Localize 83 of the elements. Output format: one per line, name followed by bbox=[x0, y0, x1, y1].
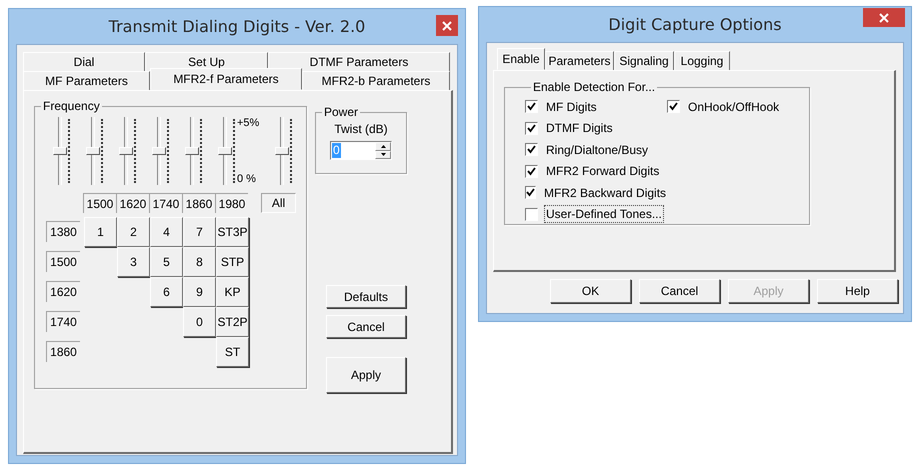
digit-key[interactable]: 3 bbox=[117, 247, 150, 277]
digit-key[interactable]: 8 bbox=[183, 247, 216, 277]
checkbox[interactable] bbox=[525, 186, 536, 200]
checkbox-label[interactable]: MFR2 Backward Digits bbox=[542, 184, 668, 202]
row-header: 1740 bbox=[46, 311, 80, 332]
column-header: 1740 bbox=[149, 193, 182, 213]
row-header: 1620 bbox=[46, 281, 80, 302]
tick-marks bbox=[68, 119, 70, 183]
all-button[interactable]: All bbox=[261, 193, 296, 213]
checkbox-label[interactable]: DTMF Digits bbox=[544, 119, 615, 138]
slider-thumb[interactable] bbox=[119, 147, 133, 155]
tick-marks bbox=[134, 119, 136, 183]
checkbox[interactable] bbox=[525, 100, 538, 114]
tab[interactable]: Enable bbox=[497, 48, 545, 70]
slider-thumb[interactable] bbox=[275, 147, 289, 155]
slider-thumb[interactable] bbox=[86, 147, 100, 155]
field-value: 0 bbox=[332, 143, 341, 158]
tab[interactable]: Logging bbox=[674, 51, 730, 70]
digit-key[interactable]: ST3P bbox=[216, 217, 249, 247]
tick-marks bbox=[167, 119, 169, 183]
column-header: 1500 bbox=[83, 193, 116, 213]
dialog-button[interactable]: Cancel bbox=[326, 315, 406, 338]
slider-thumb[interactable] bbox=[53, 147, 67, 155]
group-label: Enable Detection For... bbox=[532, 80, 656, 94]
checkbox-label[interactable]: MF Digits bbox=[544, 98, 599, 116]
dialog-button[interactable]: Apply bbox=[326, 357, 406, 393]
tab[interactable]: DTMF Parameters bbox=[268, 52, 450, 71]
slider-thumb[interactable] bbox=[218, 147, 232, 155]
dialog-button[interactable]: Defaults bbox=[326, 285, 406, 308]
digit-key[interactable]: 6 bbox=[150, 277, 183, 307]
digit-key[interactable]: 5 bbox=[150, 247, 183, 277]
checkbox-label[interactable]: OnHook/OffHook bbox=[686, 98, 782, 116]
group-label: Power bbox=[323, 105, 360, 119]
dialog-button[interactable]: Cancel bbox=[639, 279, 720, 303]
column-header: 1860 bbox=[182, 193, 215, 213]
checkbox[interactable] bbox=[525, 208, 538, 221]
tick-marks bbox=[233, 119, 235, 183]
scale-label: +5% bbox=[237, 117, 260, 129]
row-header: 1380 bbox=[46, 221, 80, 242]
field-label: Twist (dB) bbox=[334, 122, 388, 136]
digit-key[interactable]: 9 bbox=[183, 277, 216, 307]
close-icon bbox=[442, 20, 452, 30]
digit-key[interactable]: ST2P bbox=[216, 307, 249, 337]
spin-arrows-icon[interactable] bbox=[375, 142, 391, 159]
checkbox-label[interactable]: Ring/Dialtone/Busy bbox=[544, 140, 650, 159]
group-label: Frequency bbox=[42, 99, 101, 113]
column-header: 1980 bbox=[215, 193, 248, 213]
tab[interactable]: MF Parameters bbox=[23, 71, 150, 90]
slider-thumb[interactable] bbox=[152, 147, 166, 155]
scale-label: 0 % bbox=[237, 173, 257, 185]
dialog-button[interactable]: Help bbox=[817, 279, 898, 303]
digit-key[interactable]: 2 bbox=[117, 217, 150, 247]
tab[interactable]: Parameters bbox=[545, 51, 614, 70]
close-button[interactable] bbox=[436, 15, 458, 36]
digit-key[interactable]: ST bbox=[216, 337, 249, 367]
checkbox-label[interactable]: MFR2 Forward Digits bbox=[544, 162, 662, 180]
close-button[interactable] bbox=[863, 8, 905, 27]
checkbox[interactable] bbox=[667, 100, 680, 114]
tick-marks bbox=[101, 119, 103, 183]
digit-key[interactable]: 0 bbox=[183, 307, 216, 337]
row-header: 1860 bbox=[46, 341, 80, 362]
tick-marks bbox=[290, 119, 292, 183]
row-header: 1500 bbox=[46, 251, 80, 272]
tab[interactable]: Dial bbox=[23, 52, 145, 71]
checkbox-label[interactable]: User-Defined Tones... bbox=[544, 205, 664, 224]
tab[interactable]: Signaling bbox=[614, 51, 674, 70]
checkbox[interactable] bbox=[525, 164, 538, 178]
checkbox[interactable] bbox=[525, 122, 538, 135]
digit-key[interactable]: STP bbox=[216, 247, 249, 277]
digit-key[interactable]: 1 bbox=[84, 217, 117, 247]
column-header: 1620 bbox=[116, 193, 149, 213]
tab[interactable]: MFR2-b Parameters bbox=[302, 71, 450, 90]
window-title: Digit Capture Options bbox=[608, 15, 782, 34]
digit-key[interactable]: 7 bbox=[183, 217, 216, 247]
slider-thumb[interactable] bbox=[185, 147, 199, 155]
close-icon bbox=[879, 12, 889, 22]
checkbox[interactable] bbox=[525, 143, 538, 156]
tick-marks bbox=[200, 119, 202, 183]
dialog-button[interactable]: OK bbox=[550, 279, 631, 303]
digit-key[interactable]: KP bbox=[216, 277, 249, 307]
window-title: Transmit Dialing Digits - Ver. 2.0 bbox=[108, 17, 366, 36]
tab[interactable]: MFR2-f Parameters bbox=[150, 68, 302, 90]
digit-key[interactable]: 4 bbox=[150, 217, 183, 247]
